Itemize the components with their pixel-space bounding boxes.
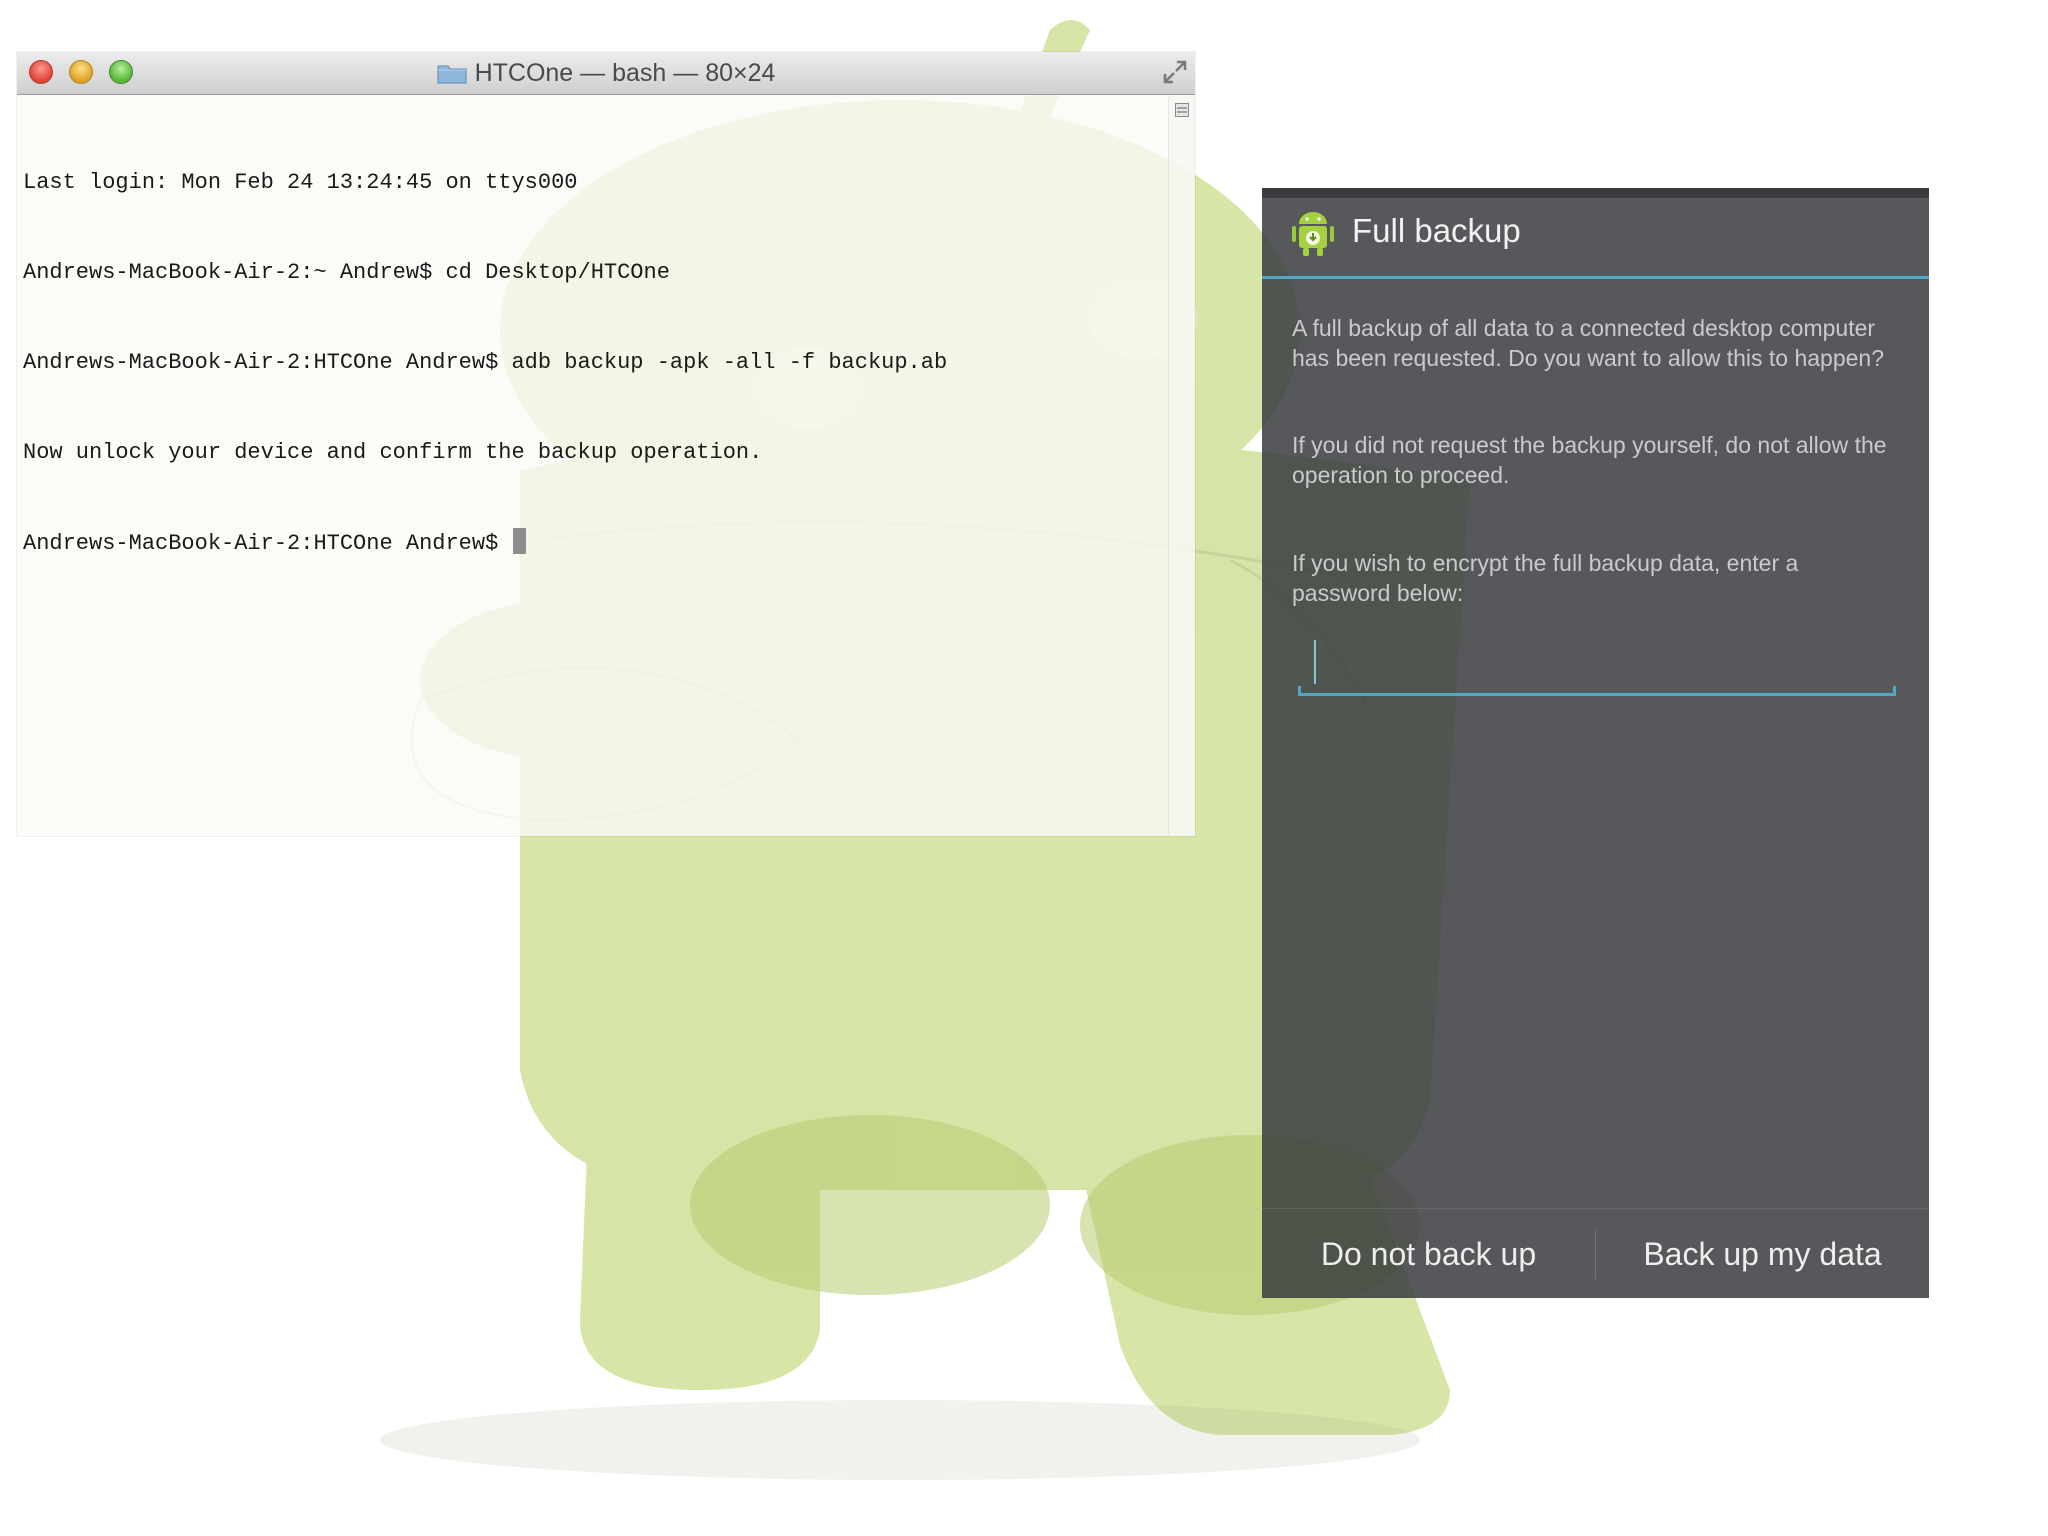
text-cursor xyxy=(1314,640,1316,684)
fullscreen-icon[interactable] xyxy=(1161,58,1189,86)
dialog-button-bar: Do not back up Back up my data xyxy=(1262,1208,1929,1299)
terminal-titlebar[interactable]: HTCOne — bash — 80×24 xyxy=(17,52,1195,95)
encrypt-instructions: If you wish to encrypt the full backup d… xyxy=(1292,550,1799,606)
terminal-line: Last login: Mon Feb 24 13:24:45 on ttys0… xyxy=(23,170,578,195)
backup-warning-message: If you did not request the backup yourse… xyxy=(1292,432,1887,488)
password-field-underline xyxy=(1298,686,1896,696)
terminal-window: HTCOne — bash — 80×24 Last login: Mon Fe… xyxy=(17,52,1195,836)
back-up-my-data-button[interactable]: Back up my data xyxy=(1596,1209,1929,1299)
terminal-output[interactable]: Last login: Mon Feb 24 13:24:45 on ttys0… xyxy=(23,108,1163,618)
dialog-title-divider xyxy=(1262,276,1929,279)
dialog-title: Full backup xyxy=(1352,212,1521,249)
dialog-header: Full backup xyxy=(1262,188,1929,276)
terminal-line: Andrews-MacBook-Air-2:~ Andrew$ cd Deskt… xyxy=(23,260,670,285)
folder-icon xyxy=(437,55,467,84)
do-not-back-up-button[interactable]: Do not back up xyxy=(1262,1209,1595,1299)
terminal-scrollbar[interactable] xyxy=(1168,95,1195,836)
terminal-prompt: Andrews-MacBook-Air-2:HTCOne Andrew$ xyxy=(23,531,512,556)
backup-request-message: A full backup of all data to a connected… xyxy=(1292,315,1885,371)
terminal-title-text: HTCOne — bash — 80×24 xyxy=(474,59,776,87)
terminal-title: HTCOne — bash — 80×24 xyxy=(17,52,1195,94)
terminal-line: Now unlock your device and confirm the b… xyxy=(23,440,763,465)
split-pane-icon[interactable] xyxy=(1175,103,1189,117)
terminal-prompt-line: Andrews-MacBook-Air-2:HTCOne Andrew$ xyxy=(23,528,1163,558)
terminal-line: Andrews-MacBook-Air-2:HTCOne Andrew$ adb… xyxy=(23,350,948,375)
full-backup-dialog: Full backup A full backup of all data to… xyxy=(1262,188,1929,1298)
backup-password-field[interactable] xyxy=(1298,638,1896,694)
android-backup-icon xyxy=(1288,208,1338,258)
terminal-cursor xyxy=(513,528,527,554)
